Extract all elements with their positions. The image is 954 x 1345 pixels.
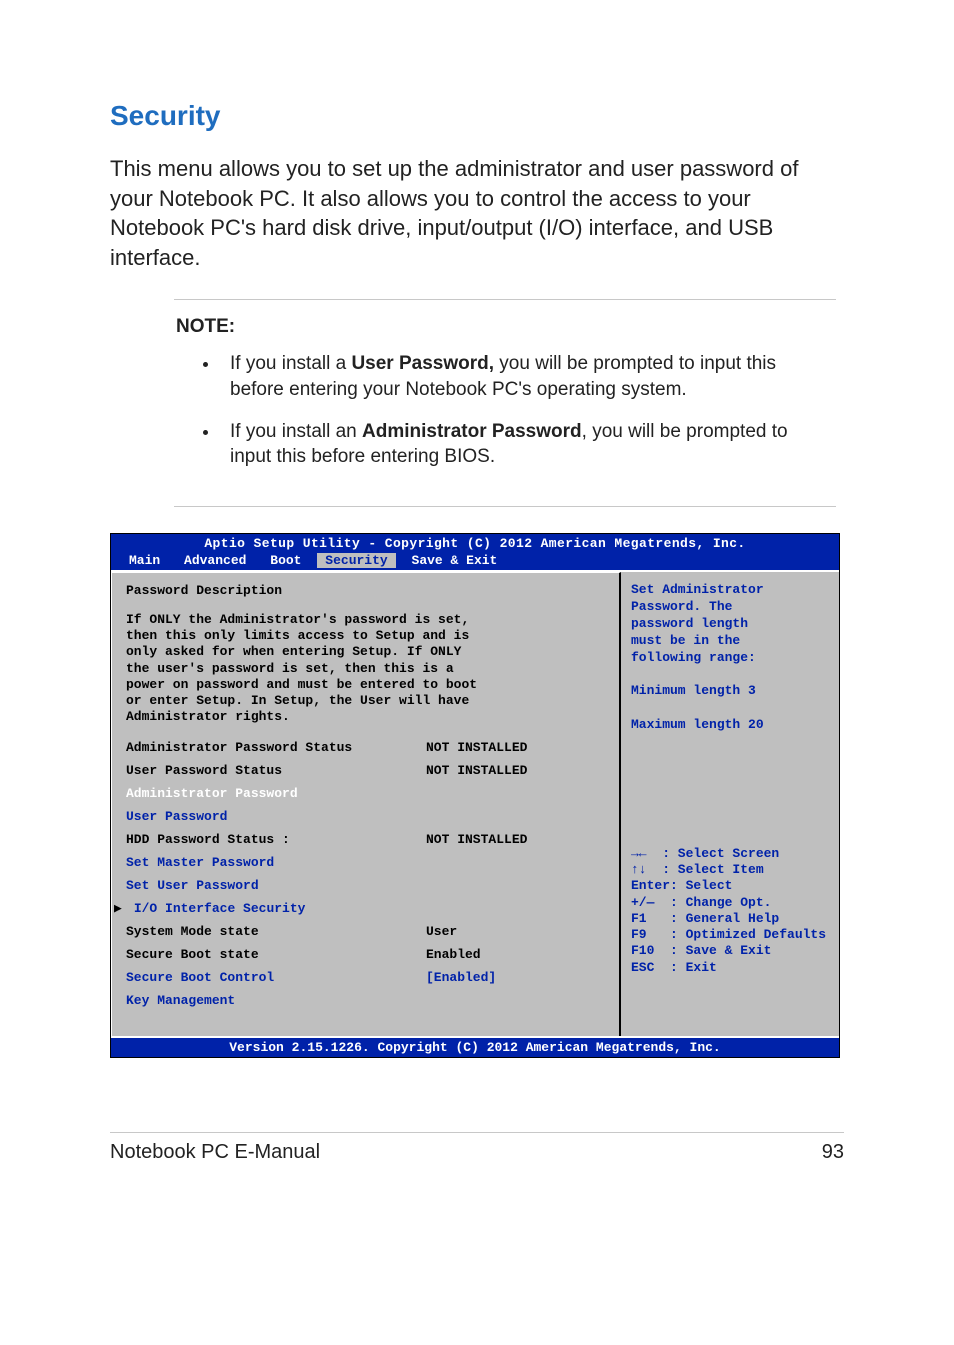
bios-row-key: Set User Password (126, 878, 426, 893)
bios-left-pane: Password Description If ONLY the Adminis… (111, 572, 621, 1036)
bios-row-key: Secure Boot Control (126, 970, 426, 985)
bios-row-key-text: Set User Password (126, 878, 259, 893)
bios-help-line: Set Administrator (631, 582, 833, 599)
submenu-arrow-icon: ▶ (114, 901, 122, 916)
note-block: NOTE: If you install a User Password, yo… (174, 299, 836, 507)
bios-row-key: Key Management (126, 993, 426, 1008)
bios-row-value: [Enabled] (426, 970, 496, 985)
bios-tabs: Main Advanced Boot Security Save & Exit (111, 553, 839, 570)
bios-row-key-text: System Mode state (126, 924, 259, 939)
bios-row-key-text: Administrator Password (126, 786, 298, 801)
bios-tab-boot[interactable]: Boot (262, 553, 309, 568)
bios-row-key-text: Secure Boot state (126, 947, 259, 962)
note-label: NOTE: (176, 314, 834, 340)
bios-row-key-text: Administrator Password Status (126, 740, 352, 755)
bios-tab-save-exit[interactable]: Save & Exit (404, 553, 506, 568)
bios-row-key-text: HDD Password Status : (126, 832, 290, 847)
bios-row-key-text: Key Management (126, 993, 235, 1008)
bios-password-description-title: Password Description (126, 583, 607, 598)
bios-row[interactable]: User Password (126, 809, 607, 824)
bios-row: Secure Boot state Enabled (126, 947, 607, 962)
bios-row[interactable]: Secure Boot Control [Enabled] (126, 970, 607, 985)
bios-row-key: System Mode state (126, 924, 426, 939)
note-strong: Administrator Password (362, 421, 582, 442)
bios-header: Aptio Setup Utility - Copyright (C) 2012… (111, 534, 839, 553)
bios-item-help: Set AdministratorPassword. Thepassword l… (631, 582, 833, 734)
bios-help-line: Maximum length 20 (631, 717, 833, 734)
bios-row-value: NOT INSTALLED (426, 763, 527, 778)
bios-help-line (631, 700, 833, 717)
bios-row: User Password Status NOT INSTALLED (126, 763, 607, 778)
bios-row-key: Set Master Password (126, 855, 426, 870)
bios-right-pane: Set AdministratorPassword. Thepassword l… (621, 572, 839, 1036)
bios-tab-advanced[interactable]: Advanced (176, 553, 254, 568)
footer-left: Notebook PC E-Manual (110, 1141, 320, 1164)
page-footer: Notebook PC E-Manual 93 (110, 1132, 844, 1164)
bios-row-key-text: User Password Status (126, 763, 282, 778)
bios-row-key: ▶I/O Interface Security (126, 901, 426, 916)
bios-row-value: NOT INSTALLED (426, 832, 527, 847)
bios-row-key: Administrator Password (126, 786, 426, 801)
bios-row[interactable]: Administrator Password (126, 786, 607, 801)
bios-row-key: Secure Boot state (126, 947, 426, 962)
bios-row: System Mode state User (126, 924, 607, 939)
bios-help-line: following range: (631, 650, 833, 667)
bios-row-key-text: Secure Boot Control (126, 970, 274, 985)
bios-help-line: Password. The (631, 599, 833, 616)
footer-page-number: 93 (822, 1141, 844, 1164)
bios-help-line (631, 666, 833, 683)
bios-row[interactable]: Key Management (126, 993, 607, 1008)
bios-tab-main[interactable]: Main (121, 553, 168, 568)
bios-password-description-body: If ONLY the Administrator's password is … (126, 612, 607, 726)
section-heading: Security (110, 100, 844, 132)
bios-nav-help: →← : Select Screen ↑↓ : Select Item Ente… (631, 846, 833, 976)
bios-row: HDD Password Status : NOT INSTALLED (126, 832, 607, 847)
note-text-pre: If you install an (230, 421, 362, 442)
bios-help-line: password length (631, 616, 833, 633)
bios-row-key: User Password (126, 809, 426, 824)
bios-row-key-text: User Password (126, 809, 227, 824)
bios-screenshot: Aptio Setup Utility - Copyright (C) 2012… (110, 533, 840, 1058)
bios-row-value: NOT INSTALLED (426, 740, 527, 755)
bios-row-key-text: I/O Interface Security (134, 901, 306, 916)
bios-row-key: User Password Status (126, 763, 426, 778)
bios-row-key: HDD Password Status : (126, 832, 426, 847)
bios-row[interactable]: ▶I/O Interface Security (126, 901, 607, 916)
bios-tab-security[interactable]: Security (317, 553, 395, 568)
bios-row-key-text: Set Master Password (126, 855, 274, 870)
bios-row: Administrator Password Status NOT INSTALL… (126, 740, 607, 755)
note-item: If you install an Administrator Password… (220, 419, 834, 470)
bios-footer: Version 2.15.1226. Copyright (C) 2012 Am… (111, 1038, 839, 1057)
intro-paragraph: This menu allows you to set up the admin… (110, 154, 844, 273)
bios-row-value: User (426, 924, 457, 939)
bios-help-line: Minimum length 3 (631, 683, 833, 700)
bios-row-key: Administrator Password Status (126, 740, 426, 755)
note-list: If you install a User Password, you will… (176, 351, 834, 470)
note-strong: User Password, (351, 353, 494, 374)
bios-row[interactable]: Set User Password (126, 878, 607, 893)
bios-row[interactable]: Set Master Password (126, 855, 607, 870)
bios-row-value: Enabled (426, 947, 481, 962)
note-item: If you install a User Password, you will… (220, 351, 834, 402)
note-text-pre: If you install a (230, 353, 351, 374)
bios-help-line: must be in the (631, 633, 833, 650)
